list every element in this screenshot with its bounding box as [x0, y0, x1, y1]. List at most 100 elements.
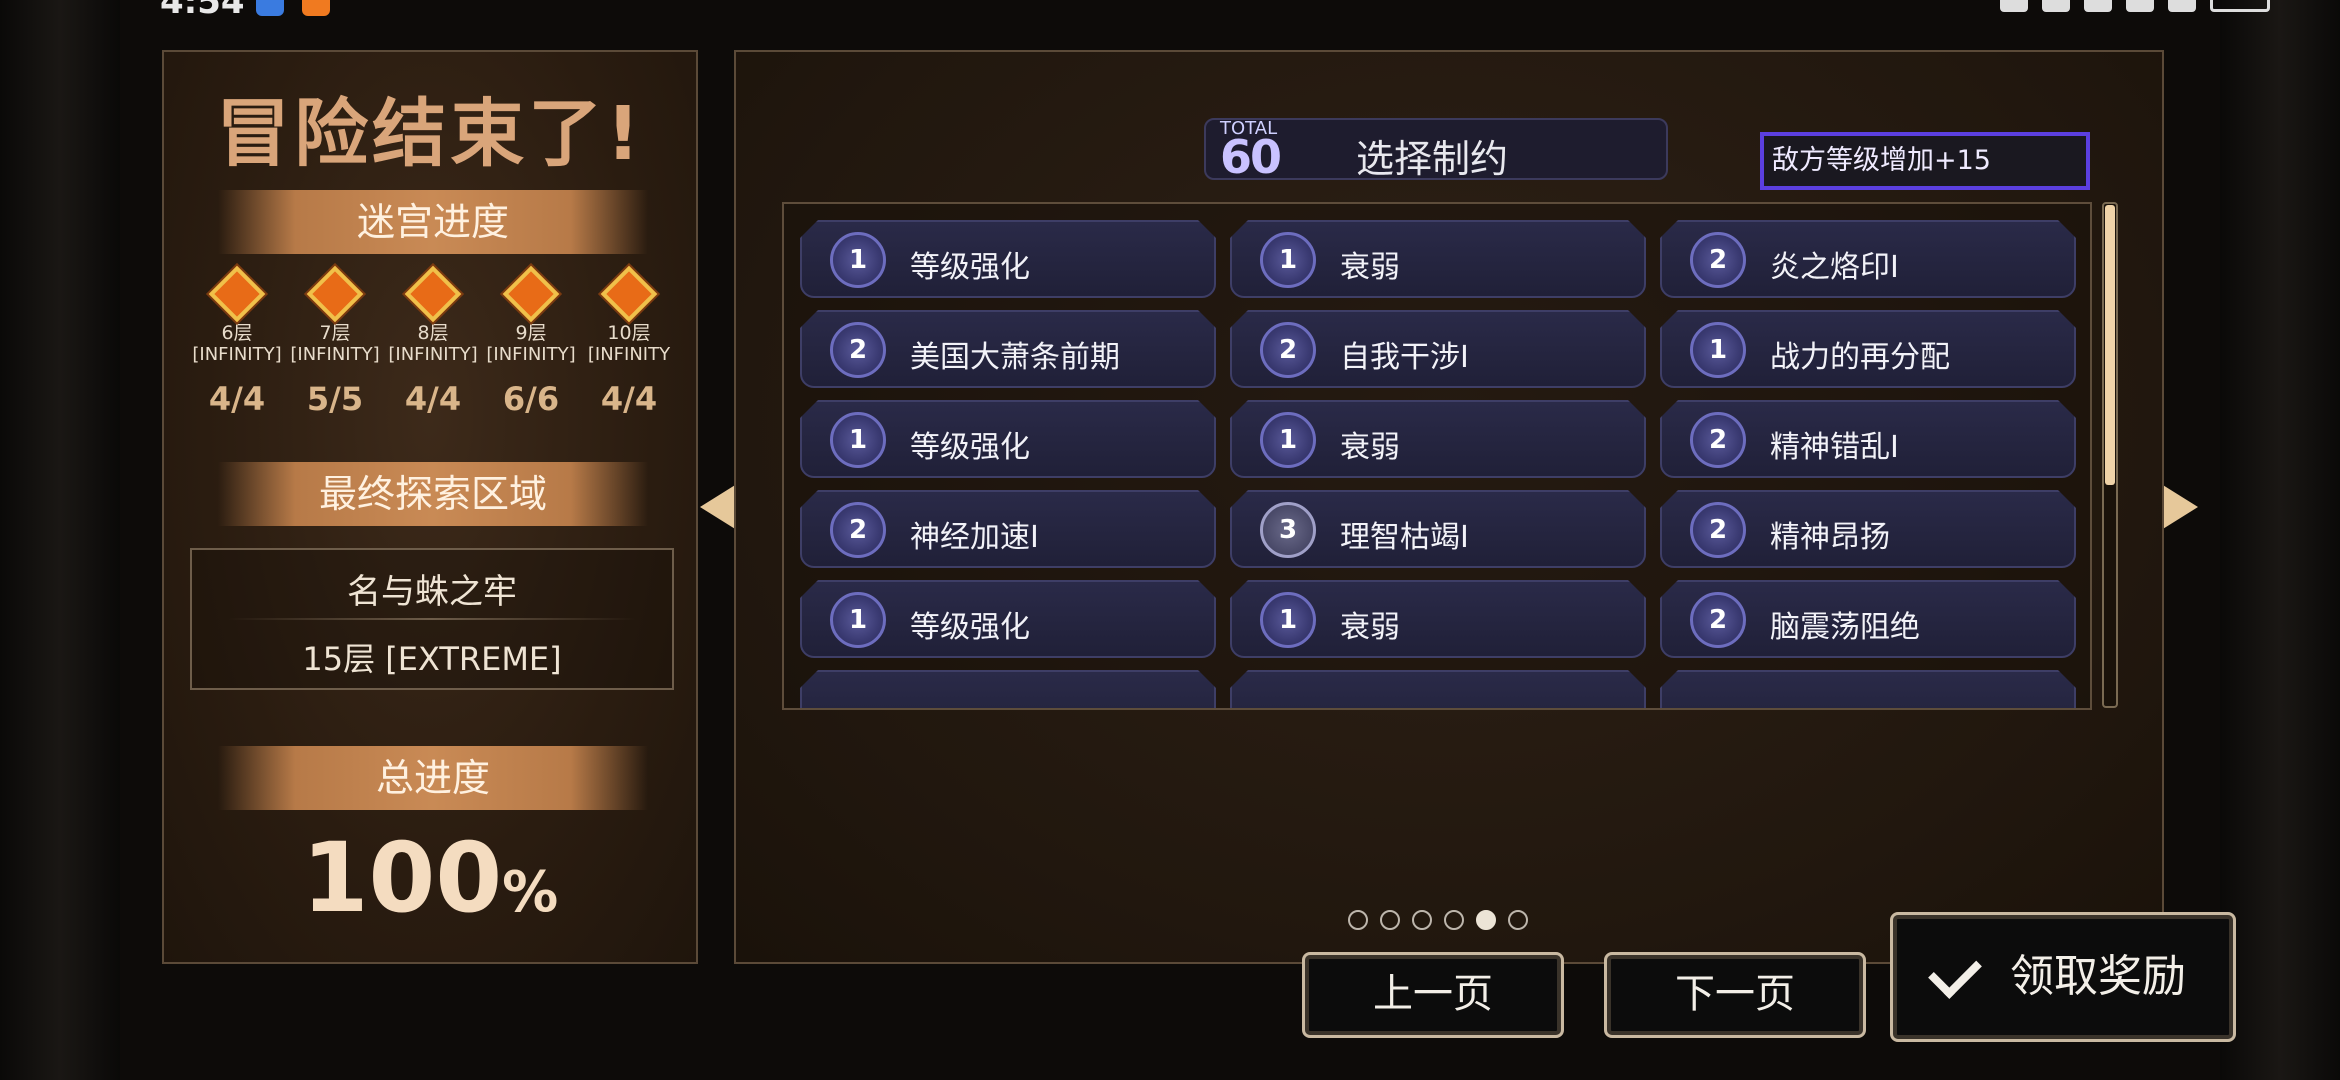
restriction-card-label: 神经加速I — [910, 520, 1039, 555]
page-dot[interactable] — [1508, 910, 1528, 930]
restriction-card-label: 炎之烙印I — [1770, 250, 1899, 285]
scrollbar-thumb[interactable] — [2105, 205, 2115, 485]
claim-reward-label: 领取奖励 — [2010, 951, 2186, 1002]
floor-item: 9层 [INFINITY] 6/6 — [482, 265, 580, 418]
floor-tag: [INFINITY — [587, 344, 671, 365]
floor-item: 7层 [INFINITY] 5/5 — [286, 265, 384, 418]
restriction-card-label: 脑震荡阻绝 — [1770, 610, 1920, 645]
restriction-grid: 1 等级强化 1 衰弱 2 炎之烙印I 2 美国大萧条前期 2 自我干涉I 1 战力的再分配 1 等级强化… — [800, 220, 2076, 710]
floor-tag: [INFINITY] — [388, 344, 478, 365]
restriction-header: TOTAL 60 选择制约 — [1204, 118, 1668, 184]
restriction-card-label: 美国大萧条前期 — [910, 340, 1120, 375]
adventure-ended-title: 冒险结束了! — [216, 91, 644, 177]
restriction-card[interactable]: 2 精神昂扬 — [1660, 490, 2076, 568]
restriction-card[interactable]: 1 衰弱 — [1230, 580, 1646, 658]
restriction-level-badge: 1 — [830, 412, 886, 468]
next-page-button[interactable]: 下一页 — [1604, 952, 1866, 1038]
floor-count: 4/4 — [404, 380, 462, 418]
page-dot[interactable] — [1380, 910, 1400, 930]
restriction-card-label: 衰弱 — [1340, 610, 1400, 645]
floor-name: 6层 — [221, 322, 253, 344]
restriction-level-badge: 1 — [830, 232, 886, 288]
area-divider — [228, 618, 636, 620]
restriction-card[interactable]: 2 美国大萧条前期 — [800, 310, 1216, 388]
bluetooth-icon — [2084, 0, 2112, 12]
floor-count: 6/6 — [502, 380, 560, 418]
restriction-card[interactable]: 2 炎之烙印I — [1660, 220, 2076, 298]
floor-diamond-icon — [208, 265, 266, 323]
floor-item: 8层 [INFINITY] 4/4 — [384, 265, 482, 418]
restriction-level-badge: 2 — [1260, 322, 1316, 378]
page-dot[interactable] — [1444, 910, 1464, 930]
restriction-level-badge: 2 — [1690, 232, 1746, 288]
final-area-box: 名与蛛之牢 15层 [EXTREME] — [190, 548, 674, 690]
restriction-level-badge: 2 — [1690, 592, 1746, 648]
restriction-level-badge: 2 — [1690, 412, 1746, 468]
prev-page-button[interactable]: 上一页 — [1302, 952, 1564, 1038]
restriction-card-label: 等级强化 — [910, 430, 1030, 465]
restriction-level-badge: 2 — [1690, 502, 1746, 558]
restriction-level-badge: 1 — [830, 592, 886, 648]
video-app-notification-icon — [302, 0, 330, 16]
total-progress-banner: 总进度 — [218, 746, 648, 810]
floor-count: 5/5 — [306, 380, 364, 418]
restriction-card[interactable]: 1 衰弱 — [1230, 220, 1646, 298]
restriction-card-label: 理智枯竭I — [1340, 520, 1469, 555]
restriction-card-label: 战力的再分配 — [1770, 340, 1950, 375]
area-floor: 15层 [EXTREME] — [302, 640, 562, 678]
floor-diamond-icon — [502, 265, 560, 323]
restriction-title: 选择制约 — [1356, 137, 1509, 181]
floor-item: 6层 [INFINITY] 4/4 — [188, 265, 286, 418]
floor-count: 4/4 — [600, 380, 658, 418]
frame-right-decoration — [2220, 0, 2340, 1080]
restriction-card-label: 自我干涉I — [1340, 340, 1469, 375]
status-bar: 4:54 — [0, 0, 2340, 22]
maze-progress-banner: 迷宫进度 — [218, 190, 648, 254]
selected-effect-tooltip: 敌方等级增加+15 — [1760, 132, 2090, 190]
restriction-grid-container[interactable]: 1 等级强化 1 衰弱 2 炎之烙印I 2 美国大萧条前期 2 自我干涉I 1 战力的再分配 1 等级强化… — [782, 202, 2092, 710]
restriction-card[interactable]: 2 神经加速I — [800, 490, 1216, 568]
app-notification-icon — [256, 0, 284, 16]
floor-count: 4/4 — [208, 380, 266, 418]
restriction-card[interactable]: 2 脑震荡阻绝 — [1660, 580, 2076, 658]
page-dot[interactable] — [1476, 910, 1496, 930]
nfc-icon — [2042, 0, 2070, 12]
area-name: 名与蛛之牢 — [347, 572, 517, 612]
restriction-level-badge: 1 — [1260, 592, 1316, 648]
total-progress-unit: % — [502, 860, 559, 925]
battery-icon — [2210, 0, 2270, 12]
restriction-card[interactable]: 1 等级强化 — [800, 220, 1216, 298]
restriction-card-label: 等级强化 — [910, 610, 1030, 645]
restriction-level-badge: 2 — [830, 322, 886, 378]
restriction-card[interactable]: 1 等级强化 — [800, 580, 1216, 658]
lock-icon — [2168, 0, 2196, 12]
floor-name: 10层 — [607, 322, 651, 344]
sim-icon — [2000, 0, 2028, 12]
claim-reward-button[interactable]: 领取奖励 — [1890, 912, 2236, 1042]
page-dot[interactable] — [1348, 910, 1368, 930]
floor-diamond-icon — [306, 265, 364, 323]
page-indicator — [1348, 910, 1528, 930]
restriction-level-badge: 1 — [1260, 232, 1316, 288]
restriction-card[interactable]: 1 等级强化 — [800, 400, 1216, 478]
restriction-card-partial[interactable] — [800, 670, 1216, 710]
restriction-card-label: 精神昂扬 — [1770, 520, 1890, 555]
restriction-scrollbar[interactable] — [2102, 202, 2118, 708]
restriction-card-partial[interactable] — [1230, 670, 1646, 710]
restriction-card-label: 精神错乱I — [1770, 430, 1899, 465]
restriction-card-partial[interactable] — [1660, 670, 2076, 710]
restriction-level-badge: 1 — [1260, 412, 1316, 468]
restriction-card[interactable]: 3 理智枯竭I — [1230, 490, 1646, 568]
adventure-summary-panel: 冒险结束了! 迷宫进度 6层 [INFINITY] 4/4 7层 [INFINI… — [162, 50, 698, 964]
frame-left-decoration — [0, 0, 120, 1080]
floor-diamond-icon — [600, 265, 658, 323]
page-dot[interactable] — [1412, 910, 1432, 930]
restriction-card[interactable]: 2 精神错乱I — [1660, 400, 2076, 478]
restriction-card[interactable]: 1 衰弱 — [1230, 400, 1646, 478]
restriction-card[interactable]: 1 战力的再分配 — [1660, 310, 2076, 388]
restriction-level-badge: 2 — [830, 502, 886, 558]
restriction-card[interactable]: 2 自我干涉I — [1230, 310, 1646, 388]
wifi-icon — [2126, 0, 2154, 12]
restriction-panel: TOTAL 60 选择制约 敌方等级增加+15 1 等级强化 1 衰弱 2 炎之烙印I 2 美… — [734, 50, 2164, 964]
restriction-card-label: 衰弱 — [1340, 430, 1400, 465]
